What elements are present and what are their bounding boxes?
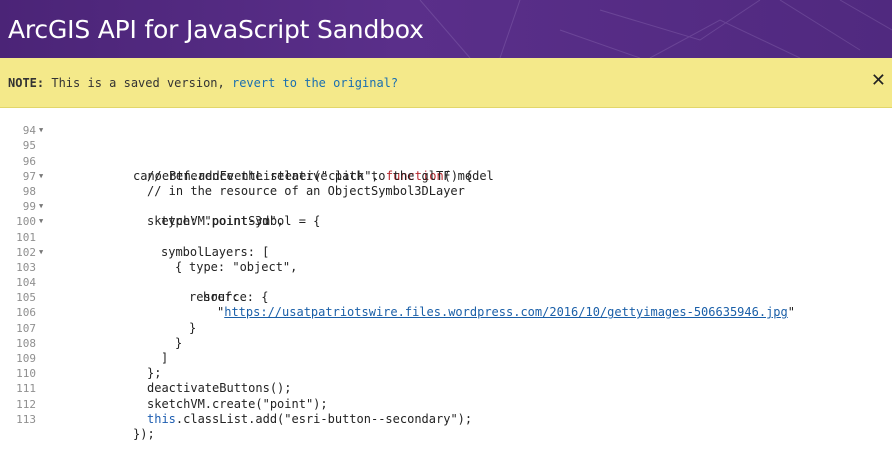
revert-link[interactable]: revert to the original? bbox=[232, 76, 398, 90]
code-line: 104 href: bbox=[0, 260, 892, 304]
code-text: this.classList.add("esri-button--seconda… bbox=[147, 411, 473, 426]
page-title: ArcGIS API for JavaScript Sandbox bbox=[8, 14, 424, 44]
note-text: This is a saved version, bbox=[44, 75, 232, 90]
app-header: ArcGIS API for JavaScript Sandbox bbox=[0, 0, 892, 58]
close-icon[interactable]: ✕ bbox=[871, 72, 886, 90]
code-text: }); bbox=[133, 426, 155, 441]
code-line: 106 } bbox=[0, 290, 892, 334]
code-line: 95 ▼ canoeBtn.addEventListener("click", … bbox=[0, 123, 892, 183]
line-number: 113 bbox=[16, 412, 36, 426]
code-line: 109 }; bbox=[0, 336, 892, 380]
code-line: 102 type: "object", bbox=[0, 230, 892, 274]
fold-arrow-icon[interactable]: ▼ bbox=[39, 214, 43, 229]
code-line: 105 "https://usatpatriotswire.files.word… bbox=[0, 275, 892, 319]
fold-arrow-icon[interactable]: ▼ bbox=[39, 123, 43, 138]
code-line: 94 bbox=[0, 108, 892, 137]
fold-arrow-icon[interactable]: ▼ bbox=[39, 199, 43, 214]
code-line: 113 }); bbox=[0, 397, 892, 441]
code-editor[interactable]: 94 95 ▼ canoeBtn.addEventListener("click… bbox=[0, 108, 892, 441]
code-line: 98 ▼ sketchVM.pointSymbol = { bbox=[0, 169, 892, 229]
code-line: 99 type: "point-3d", bbox=[0, 184, 892, 228]
note-label: NOTE: bbox=[8, 75, 45, 90]
code-line: 96 // reference the relative path to the… bbox=[0, 138, 892, 183]
code-line: 97 // in the resource of an ObjectSymbol… bbox=[0, 154, 892, 198]
code-line: 100 ▼ symbolLayers: [ bbox=[0, 199, 892, 259]
saved-version-notice: NOTE: This is a saved version, revert to… bbox=[0, 58, 892, 108]
code-line: 103 ▼ resource: { bbox=[0, 245, 892, 305]
fold-arrow-icon[interactable]: ▼ bbox=[39, 245, 43, 260]
fold-arrow-icon[interactable]: ▼ bbox=[39, 169, 43, 184]
code-line: 108 ] bbox=[0, 321, 892, 365]
code-line: 101 ▼ { bbox=[0, 214, 892, 274]
code-line: 112 this.classList.add("esri-button--sec… bbox=[0, 381, 892, 426]
code-line: 107 } bbox=[0, 305, 892, 350]
code-line: 110 deactivateButtons(); bbox=[0, 351, 892, 395]
code-line: 111 sketchVM.create("point"); bbox=[0, 366, 892, 410]
